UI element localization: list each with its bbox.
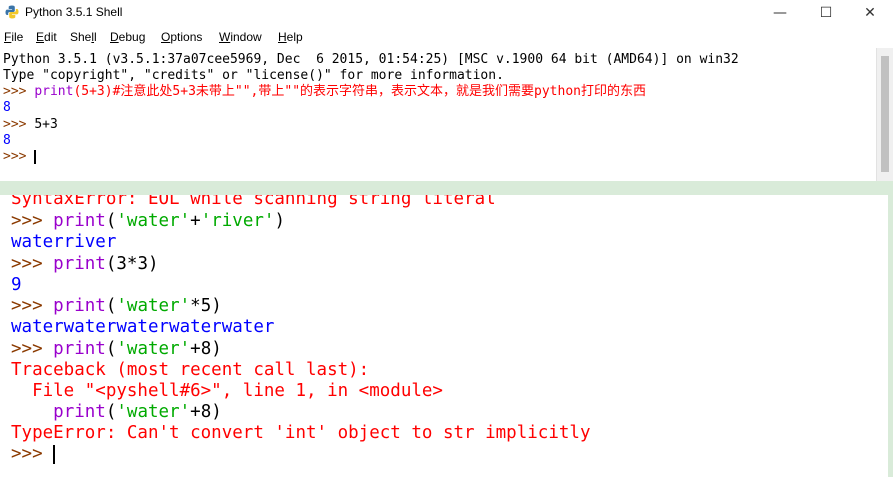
menu-options-accel: O	[161, 30, 171, 44]
output-line: waterwaterwaterwaterwater	[11, 317, 275, 337]
print-keyword: print	[53, 211, 106, 231]
code-text: (	[105, 339, 117, 359]
menu-window-label: indow	[230, 30, 262, 44]
idle-shell-window: Python 3.5.1 Shell — ☐ ✕ File Edit Shell…	[0, 0, 893, 181]
banner-line-1: Python 3.5.1 (v3.5.1:37a07cee5969, Dec 6…	[3, 52, 739, 67]
string-literal: 'water'	[116, 402, 191, 422]
background-strip	[888, 195, 893, 477]
comment-text: (5+3)#注意此处5+3未带上"",带上""的表示字符串，表示文本，就是我们需…	[73, 84, 646, 99]
code-text: (	[105, 211, 117, 231]
output-line-1: 8	[3, 100, 11, 115]
output-line-2: 8	[3, 133, 11, 148]
input-line-2: >>> 5+3	[3, 117, 58, 133]
menu-file-label: ile	[11, 30, 24, 44]
print-keyword: print	[53, 402, 106, 422]
traceback-header: Traceback (most recent call last):	[11, 360, 370, 380]
prompt: >>>	[3, 149, 35, 164]
window-title: Python 3.5.1 Shell	[25, 5, 123, 19]
input-line: >>> print(3*3)	[11, 254, 159, 275]
output-line: waterriver	[11, 232, 117, 252]
print-keyword: print	[53, 296, 106, 316]
vertical-scrollbar[interactable]	[876, 48, 893, 181]
text-cursor	[34, 149, 37, 164]
banner-line-2: Type "copyright", "credits" or "license(…	[3, 68, 504, 83]
shell-text-area[interactable]: Python 3.5.1 (v3.5.1:37a07cee5969, Dec 6…	[0, 48, 876, 181]
string-literal: 'water'	[116, 339, 191, 359]
menu-help[interactable]: Help	[278, 30, 303, 44]
code-text: *5)	[190, 296, 222, 316]
code-text: )	[274, 211, 286, 231]
minimize-button[interactable]: —	[757, 0, 803, 26]
menu-options[interactable]: Options	[161, 30, 202, 44]
minimize-icon: —	[773, 5, 787, 21]
prompt: >>>	[11, 339, 54, 359]
input-line-3[interactable]: >>>	[3, 149, 37, 165]
print-keyword: print	[53, 254, 106, 274]
menu-window-accel: W	[219, 30, 231, 44]
menu-help-accel: H	[278, 30, 287, 44]
menu-debug-accel: D	[110, 30, 119, 44]
code-text: +8)	[190, 339, 222, 359]
menu-shell-pre: She	[70, 30, 92, 44]
menu-shell-label: l	[94, 30, 97, 44]
menu-edit[interactable]: Edit	[36, 30, 57, 44]
zoomed-shell-panel: SyntaxError: EOL while scanning string l…	[0, 195, 888, 477]
text-cursor	[53, 444, 56, 464]
close-icon: ✕	[864, 5, 876, 21]
current-input-line[interactable]: >>>	[11, 444, 56, 465]
maximize-button[interactable]: ☐	[803, 0, 849, 26]
print-keyword: print	[34, 84, 74, 99]
python-logo-icon	[5, 5, 19, 19]
prompt: >>>	[11, 254, 54, 274]
prompt: >>>	[11, 444, 54, 464]
input-line: >>> print('water'+8)	[11, 339, 222, 360]
menu-debug[interactable]: Debug	[110, 30, 145, 44]
input-line: >>> print('water'+'river')	[11, 211, 285, 232]
string-literal: 'water'	[116, 296, 191, 316]
code-text: +	[190, 211, 201, 231]
cut-off-error-line: SyntaxError: EOL while scanning string l…	[11, 195, 496, 209]
traceback-source-line: print('water'+8)	[11, 402, 222, 423]
menu-file[interactable]: File	[4, 30, 23, 44]
input-line: >>> print('water'*5)	[11, 296, 222, 317]
menu-window[interactable]: Window	[219, 30, 262, 44]
menu-edit-label: dit	[44, 30, 57, 44]
output-line: 9	[11, 275, 22, 295]
menu-bar: File Edit Shell Debug Options Window Hel…	[0, 26, 893, 48]
prompt: >>>	[11, 296, 54, 316]
close-button[interactable]: ✕	[847, 0, 893, 26]
maximize-icon: ☐	[819, 5, 833, 21]
print-keyword: print	[53, 339, 106, 359]
prompt: >>>	[3, 84, 35, 99]
string-literal: 'water'	[116, 211, 191, 231]
prompt: >>>	[3, 117, 35, 132]
scrollbar-thumb[interactable]	[881, 56, 889, 172]
code-text: (	[105, 296, 117, 316]
menu-shell[interactable]: Shell	[70, 30, 97, 44]
prompt: >>>	[11, 211, 54, 231]
code-text: 5+3	[34, 117, 58, 132]
traceback-file-line: File "<pyshell#6>", line 1, in <module>	[11, 381, 443, 401]
menu-debug-label: ebug	[118, 30, 146, 44]
string-literal: 'river'	[200, 211, 275, 231]
menu-edit-accel: E	[36, 30, 45, 44]
type-error-message: TypeError: Can't convert 'int' object to…	[11, 423, 591, 443]
menu-options-label: ptions	[170, 30, 203, 44]
input-line-1: >>> print(5+3)#注意此处5+3未带上"",带上""的表示字符串，表…	[3, 84, 646, 100]
code-text: +8)	[190, 402, 222, 422]
menu-help-label: elp	[286, 30, 303, 44]
code-text: (	[105, 402, 117, 422]
code-text: (3*3)	[105, 254, 159, 274]
title-bar[interactable]: Python 3.5.1 Shell — ☐ ✕	[0, 0, 893, 26]
